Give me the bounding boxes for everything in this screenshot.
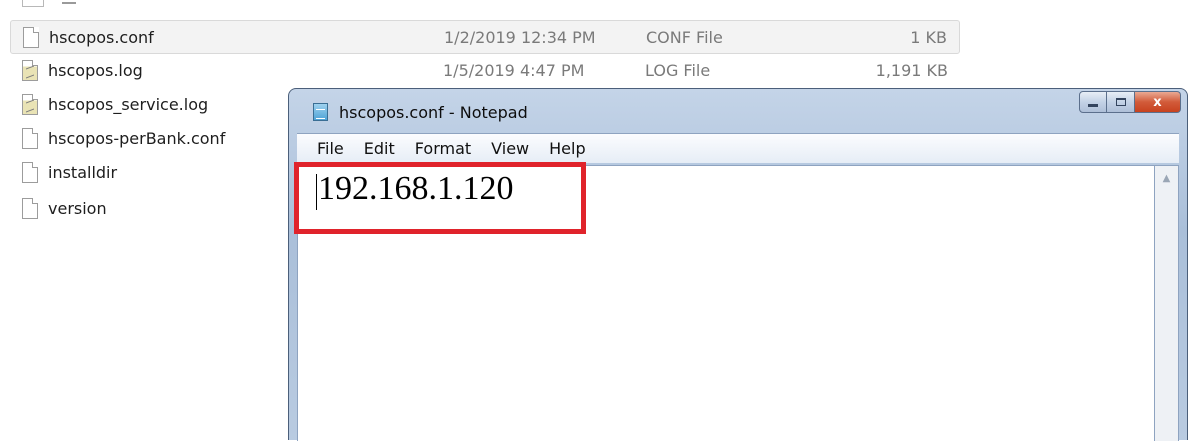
file-row-hscopos-log[interactable]: hscopos.log 1/5/2019 4:47 PM LOG File 1,… (10, 54, 960, 88)
minimize-icon (1088, 103, 1098, 107)
notepad-window: hscopos.conf - Notepad x File Edit Forma… (288, 88, 1188, 441)
file-icon (22, 198, 38, 219)
file-type: CONF File (646, 28, 723, 47)
file-name: hscopos_service.log (48, 95, 209, 114)
menu-edit[interactable]: Edit (364, 139, 395, 158)
text-editor-area[interactable]: 192.168.1.120 (294, 162, 1155, 441)
notepad-app-icon[interactable] (313, 103, 328, 121)
file-name: hscopos.log (48, 61, 143, 80)
file-icon (22, 162, 38, 183)
log-file-icon (22, 94, 38, 115)
highlight-annotation-box (294, 162, 586, 234)
conf-file-icon (22, 128, 38, 149)
file-size: 1 KB (910, 28, 947, 47)
file-size: 1,191 KB (875, 61, 948, 80)
menu-file[interactable]: File (317, 139, 344, 158)
file-row-hscopos-conf[interactable]: hscopos.conf 1/2/2019 12:34 PM CONF File… (10, 20, 960, 54)
window-controls: x (1079, 91, 1181, 113)
truncated-row (62, 2, 76, 4)
file-date: 1/5/2019 4:47 PM (443, 61, 585, 80)
file-name: version (48, 199, 107, 218)
vertical-scrollbar[interactable]: ▲ (1155, 165, 1179, 441)
scroll-up-arrow-icon[interactable]: ▲ (1155, 166, 1178, 190)
close-button[interactable]: x (1135, 91, 1181, 113)
maximize-icon (1115, 98, 1126, 106)
file-name: hscopos.conf (49, 28, 154, 47)
file-name: installdir (48, 163, 118, 182)
maximize-button[interactable] (1107, 91, 1135, 113)
file-date: 1/2/2019 12:34 PM (444, 28, 596, 47)
file-icon (22, 0, 44, 7)
menu-help[interactable]: Help (549, 139, 585, 158)
menu-view[interactable]: View (491, 139, 529, 158)
close-icon: x (1153, 94, 1162, 110)
log-file-icon (22, 60, 38, 81)
minimize-button[interactable] (1079, 91, 1107, 113)
file-name: hscopos-perBank.conf (48, 129, 226, 148)
menu-format[interactable]: Format (415, 139, 471, 158)
title-bar[interactable]: hscopos.conf - Notepad x (289, 89, 1187, 133)
conf-file-icon (23, 27, 39, 48)
window-title: hscopos.conf - Notepad (339, 103, 528, 122)
menu-bar: File Edit Format View Help (297, 133, 1179, 163)
file-type: LOG File (645, 61, 711, 80)
